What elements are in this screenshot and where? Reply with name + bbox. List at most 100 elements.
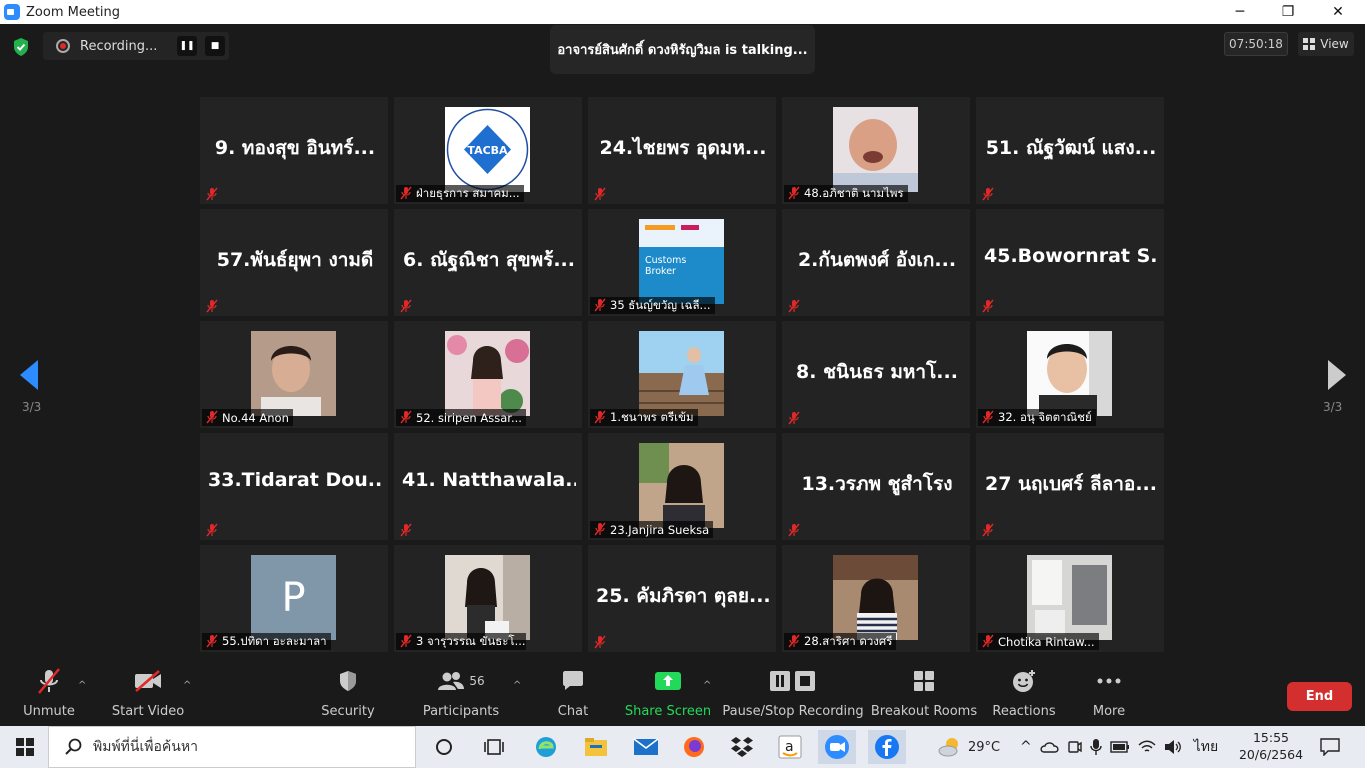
restore-button[interactable]: ❐ <box>1265 0 1311 24</box>
pause-recording-icon[interactable]: ❚❚ <box>177 36 197 56</box>
mail-icon[interactable] <box>630 732 662 762</box>
start-video-button[interactable]: Start Video <box>112 664 184 726</box>
more-button[interactable]: More <box>1088 664 1130 726</box>
edge-browser-icon[interactable] <box>530 732 562 762</box>
participant-tile[interactable]: 51. ณัฐวัฒน์ แสง... <box>976 97 1164 204</box>
input-language[interactable]: ไทย <box>1194 736 1218 758</box>
participant-label-text: No.44 Anon <box>222 410 289 425</box>
participant-tile[interactable]: 48.อภิชาติ นามไพร <box>782 97 970 204</box>
windows-start-icon[interactable] <box>16 738 34 756</box>
tacba-logo-text: TACBA <box>467 144 508 157</box>
participant-name: 13.วรภพ ชูสำโรง <box>801 473 953 495</box>
dropbox-icon[interactable] <box>726 732 758 762</box>
security-button[interactable]: Security <box>320 664 376 726</box>
share-screen-button[interactable]: Share Screen <box>625 664 711 726</box>
more-dots-icon <box>1097 678 1121 684</box>
task-view-icon[interactable] <box>478 732 510 762</box>
chat-bubble-icon <box>563 671 583 690</box>
stop-recording-icon[interactable]: ■ <box>205 36 225 56</box>
participant-tile[interactable]: Chotika Rintaw... <box>976 545 1164 652</box>
pause-stop-recording-button[interactable]: Pause/Stop Recording <box>722 664 864 726</box>
participant-tile[interactable]: 41. Natthawala... <box>394 433 582 540</box>
share-options-caret-icon[interactable]: ^ <box>703 680 711 691</box>
taskbar-date: 20/6/2564 <box>1238 747 1304 762</box>
unmute-button[interactable]: Unmute <box>22 664 76 726</box>
woman-mirror-photo <box>445 555 530 640</box>
participant-tile[interactable]: 24.ไชยพร อุดมห... <box>588 97 776 204</box>
firefox-icon[interactable] <box>678 732 710 762</box>
previous-page-arrow-icon[interactable] <box>20 360 40 390</box>
participant-tile[interactable]: 32. อนุ จิตตาณิชย์ <box>976 321 1164 428</box>
participant-name: 2.กันตพงศ์ อังเก... <box>797 249 957 271</box>
window-title: Zoom Meeting <box>26 4 121 20</box>
participants-icon <box>438 672 465 690</box>
video-off-icon <box>135 670 161 692</box>
recording-dot-icon <box>56 39 70 53</box>
microphone-tray-icon[interactable] <box>1090 738 1102 756</box>
notifications-icon[interactable] <box>1320 738 1340 756</box>
breakout-rooms-button[interactable]: Breakout Rooms <box>871 664 977 726</box>
mic-muted-icon <box>787 298 801 313</box>
reactions-button[interactable]: Reactions <box>992 664 1056 726</box>
room-photo <box>1027 555 1112 640</box>
participant-tile[interactable]: 2.กันตพงศ์ อังเก... <box>782 209 970 316</box>
participant-tile[interactable]: 8. ชนินธร มหาโ... <box>782 321 970 428</box>
man-photo <box>251 331 336 416</box>
participant-gallery: 9. ทองสุข อินทร์... TACBA ฝ่ายธุรการ สมาคม… <box>200 97 1166 654</box>
onedrive-cloud-icon[interactable] <box>1040 740 1060 754</box>
participant-tile[interactable]: 23.Janjira Sueksa <box>588 433 776 540</box>
participant-name: 6. ณัฐณิชา สุขพร้... <box>403 249 575 271</box>
participant-tile[interactable]: 33.Tidarat Dou... <box>200 433 388 540</box>
tray-expand-chevron-icon[interactable]: ^ <box>1020 739 1032 755</box>
participant-tile[interactable]: 28.สาริศา ดวงศรี <box>782 545 970 652</box>
participant-tile[interactable]: 1.ชนาพร ตรีเข้ม <box>588 321 776 428</box>
participant-tile[interactable]: No.44 Anon <box>200 321 388 428</box>
participants-button[interactable]: 56 Participants <box>423 664 499 726</box>
participant-tile[interactable]: 52. siripen Assar... <box>394 321 582 428</box>
cortana-circle-icon[interactable] <box>428 732 460 762</box>
participant-tile[interactable]: 27 นฤเบศร์ ลีลาอ... <box>976 433 1164 540</box>
file-explorer-icon[interactable] <box>580 732 612 762</box>
end-meeting-button[interactable]: End <box>1287 682 1352 711</box>
zoom-taskbar-icon[interactable] <box>818 730 856 764</box>
participant-tile[interactable]: 9. ทองสุข อินทร์... <box>200 97 388 204</box>
participant-tile[interactable]: Customs Broker 35 ธันญ์ขวัญ เฉลี... <box>588 209 776 316</box>
mic-muted-icon <box>787 634 801 648</box>
participant-label-text: 55.ปทิดา อะละมาลา <box>222 633 327 648</box>
participant-tile[interactable]: 13.วรภพ ชูสำโรง <box>782 433 970 540</box>
view-button[interactable]: View <box>1298 32 1354 56</box>
amazon-icon[interactable]: a <box>774 732 806 762</box>
participant-label: Chotika Rintaw... <box>978 633 1099 650</box>
participants-caret-icon[interactable]: ^ <box>513 680 521 691</box>
mic-muted-icon <box>593 410 607 424</box>
participant-label-text: 35 ธันญ์ขวัญ เฉลี... <box>610 297 711 312</box>
speaker-volume-icon[interactable] <box>1164 739 1182 755</box>
tacba-logo: TACBA <box>445 107 530 192</box>
video-options-caret-icon[interactable]: ^ <box>183 680 191 691</box>
participant-label: 52. siripen Assar... <box>396 409 526 426</box>
participant-tile[interactable]: 6. ณัฐณิชา สุขพร้... <box>394 209 582 316</box>
participant-tile[interactable]: TACBA ฝ่ายธุรการ สมาคม... <box>394 97 582 204</box>
search-icon <box>65 738 82 755</box>
weather-widget[interactable]: 29°C <box>938 726 1000 768</box>
close-button[interactable]: ✕ <box>1315 0 1361 24</box>
taskbar-search-box[interactable]: พิมพ์ที่นี่เพื่อค้นหา <box>48 726 416 768</box>
participant-tile[interactable]: 25. คัมภิรดา ตุลย... <box>588 545 776 652</box>
audio-options-caret-icon[interactable]: ^ <box>78 680 86 691</box>
facebook-taskbar-icon[interactable] <box>868 730 906 764</box>
next-page-arrow-icon[interactable] <box>1326 360 1346 390</box>
participant-tile[interactable]: 57.พันธ์ยุพา งามดี <box>200 209 388 316</box>
meet-now-icon[interactable] <box>1068 738 1082 756</box>
participant-tile[interactable]: 3 จารุวรรณ ขันธะโ... <box>394 545 582 652</box>
participant-tile[interactable]: P 55.ปทิดา อะละมาลา <box>200 545 388 652</box>
participants-label: Participants <box>422 704 500 719</box>
minimize-button[interactable]: ─ <box>1217 0 1263 24</box>
chat-button[interactable]: Chat <box>548 664 598 726</box>
battery-icon[interactable] <box>1110 740 1130 754</box>
mic-muted-icon <box>787 410 801 425</box>
recording-label: Recording... <box>80 38 158 54</box>
participant-tile[interactable]: 45.Bowornrat S... <box>976 209 1164 316</box>
taskbar-clock[interactable]: 15:55 20/6/2564 <box>1238 729 1304 763</box>
encryption-shield-icon[interactable] <box>12 37 30 57</box>
wifi-icon[interactable] <box>1138 740 1156 754</box>
